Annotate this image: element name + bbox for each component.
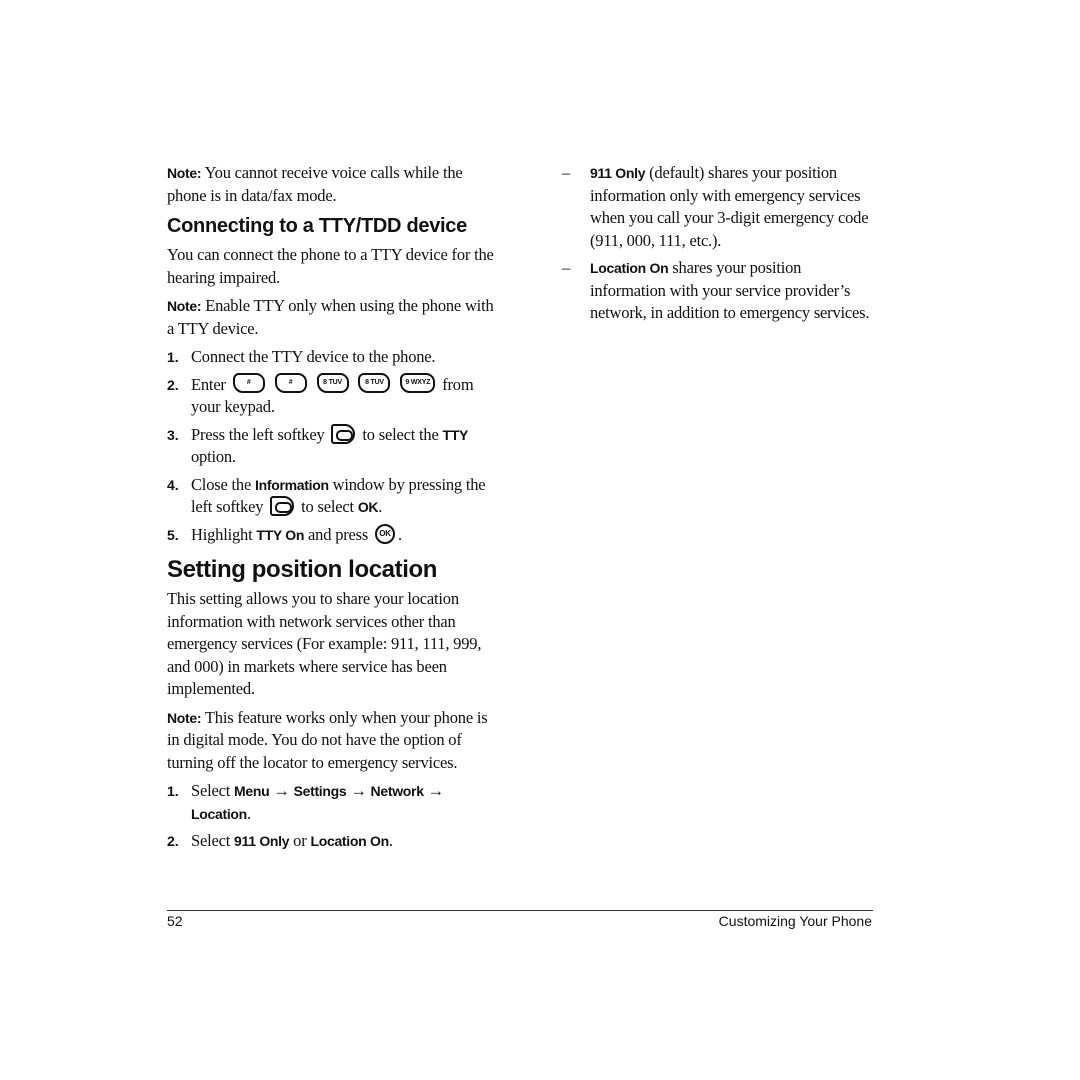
option-location-on: Location On xyxy=(310,833,389,849)
step-4: 4. Close the Information window by press… xyxy=(167,474,503,519)
note-label: Note: xyxy=(167,709,202,726)
tty-steps: 1. Connect the TTY device to the phone. … xyxy=(167,346,503,546)
step-text: or xyxy=(289,831,311,850)
step-1: 1. Connect the TTY device to the phone. xyxy=(167,346,503,369)
location-intro: This setting allows you to share your lo… xyxy=(167,589,482,698)
note-location: Note: This feature works only when your … xyxy=(167,707,503,775)
step-text: . xyxy=(398,524,402,544)
arrow-icon: → xyxy=(269,781,294,800)
left-column: Note: You cannot receive voice calls whi… xyxy=(167,162,503,859)
nine-key-icon: 9 WXYZ xyxy=(400,372,436,393)
step-text: Highlight xyxy=(191,524,257,544)
right-column: – 911 Only (default) shares your positio… xyxy=(562,162,872,330)
step-text: Select xyxy=(191,831,235,850)
section-heading-tty: Connecting to a TTY/TDD device xyxy=(167,215,467,237)
tty-intro: You can connect the phone to a TTY devic… xyxy=(167,245,494,287)
option-item-location-on: – Location On shares your position infor… xyxy=(562,257,872,325)
step-number: 2. xyxy=(167,833,179,849)
step-text: to select the xyxy=(362,424,439,444)
section-heading-location: Setting position location xyxy=(167,556,437,583)
pound-key-icon: # xyxy=(274,372,307,393)
menu-path-network: Network xyxy=(370,783,424,799)
option-ok: OK xyxy=(357,499,379,515)
window-name-information: Information xyxy=(255,476,329,493)
step-text: Press the left softkey xyxy=(191,424,325,444)
option-name: Location On xyxy=(590,260,669,276)
step-text: Close the xyxy=(191,474,255,494)
step-number: 1. xyxy=(167,783,179,799)
menu-path-location: Location xyxy=(191,805,247,822)
step-text: . xyxy=(378,497,383,516)
step-text: option. xyxy=(191,447,236,466)
step-text: . xyxy=(246,803,251,823)
step-number: 2. xyxy=(167,376,179,393)
step-text: Connect the TTY device to the phone. xyxy=(191,347,436,366)
step-number: 1. xyxy=(167,349,179,365)
step-number: 4. xyxy=(167,476,179,493)
ok-key-icon: OK xyxy=(375,523,396,544)
note-label: Note: xyxy=(167,165,202,181)
step-number: 5. xyxy=(167,526,179,543)
step-text: to select xyxy=(301,497,358,516)
step-2: 2. Enter # # 8 TUV 8 TUV 9 WXYZ from you… xyxy=(167,372,503,419)
step-text: and press xyxy=(304,524,369,544)
note-label: Note: xyxy=(167,298,202,314)
page-number: 52 xyxy=(167,913,183,929)
left-softkey-icon xyxy=(331,423,356,444)
option-name: 911 Only xyxy=(590,165,646,181)
step-text: . xyxy=(388,831,393,850)
menu-option-tty: TTY xyxy=(442,426,469,443)
note-data-fax: Note: You cannot receive voice calls whi… xyxy=(167,162,503,207)
step-1: 1. Select Menu → Settings → Network → Lo… xyxy=(167,780,503,825)
menu-path-menu: Menu xyxy=(234,783,270,799)
step-2: 2. Select 911 Only or Location On. xyxy=(167,830,503,853)
step-text: Enter xyxy=(191,374,226,394)
eight-key-icon: 8 TUV xyxy=(316,372,349,393)
dash-bullet: – xyxy=(562,258,571,277)
footer-divider xyxy=(167,910,873,911)
option-911-only: 911 Only xyxy=(234,833,290,849)
menu-path-settings: Settings xyxy=(293,783,347,799)
location-steps: 1. Select Menu → Settings → Network → Lo… xyxy=(167,780,503,853)
step-3: 3. Press the left softkey to select the … xyxy=(167,423,503,469)
arrow-icon: → xyxy=(346,781,371,800)
note-tty: Note: Enable TTY only when using the pho… xyxy=(167,295,503,340)
pound-key-icon: # xyxy=(232,372,265,393)
note-text: This feature works only when your phone … xyxy=(167,707,488,772)
note-text: You cannot receive voice calls while the… xyxy=(167,163,463,205)
arrow-icon: → xyxy=(423,781,445,800)
option-tty-on: TTY On xyxy=(256,526,305,543)
step-text: Select xyxy=(191,781,235,800)
option-item-911-only: – 911 Only (default) shares your positio… xyxy=(562,162,872,252)
left-softkey-icon xyxy=(270,496,295,517)
note-text: Enable TTY only when using the phone wit… xyxy=(167,296,494,338)
dash-bullet: – xyxy=(562,163,571,182)
eight-key-icon: 8 TUV xyxy=(358,372,391,393)
chapter-title: Customizing Your Phone xyxy=(718,913,872,929)
step-5: 5. Highlight TTY On and press OK. xyxy=(167,523,503,547)
step-number: 3. xyxy=(167,426,179,443)
